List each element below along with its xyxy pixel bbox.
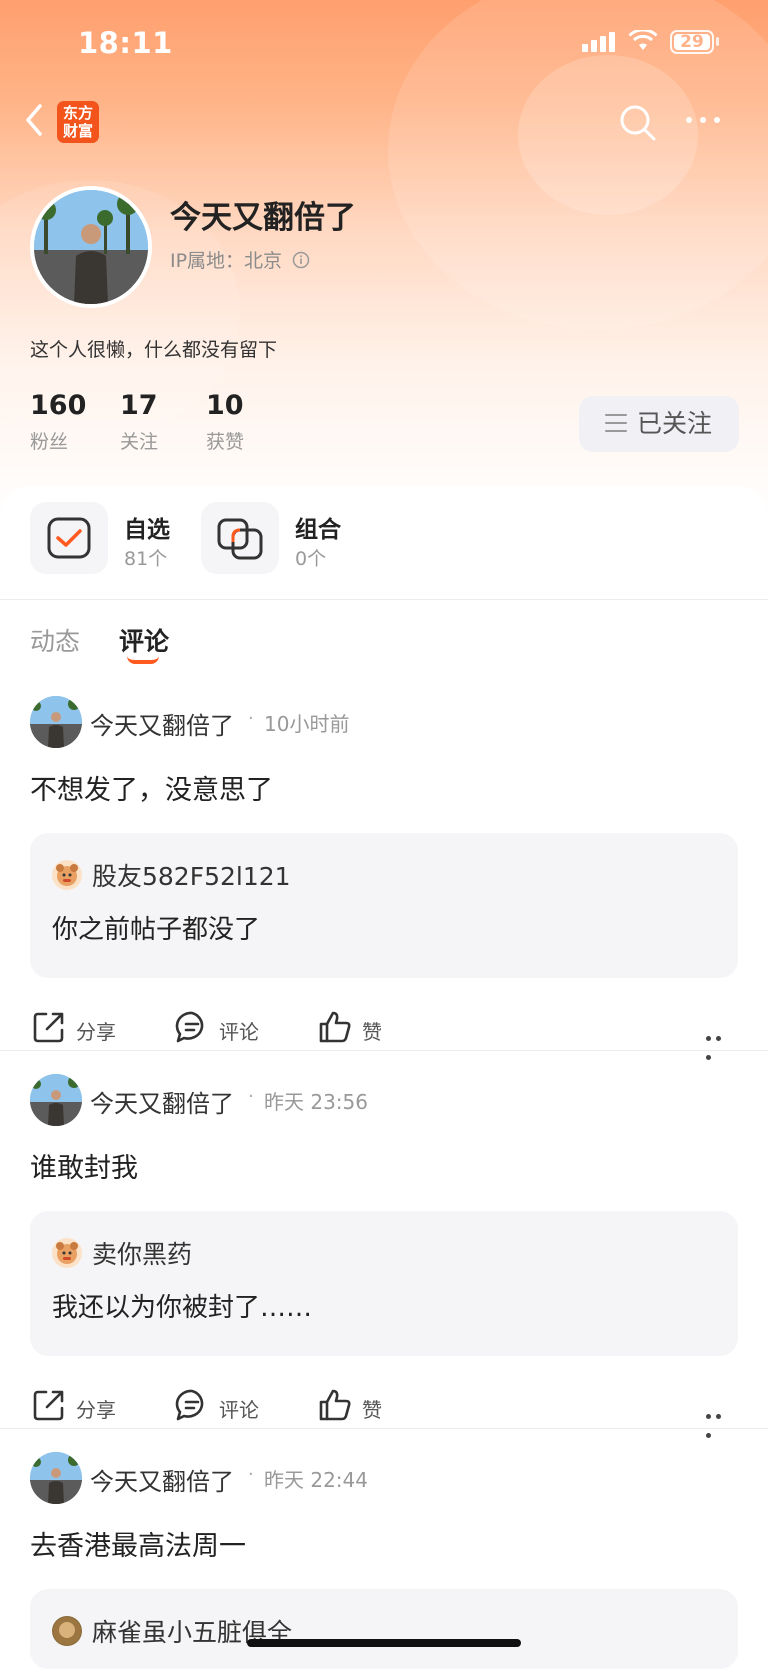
post-time: 昨天 22:44	[264, 1468, 368, 1492]
decor-bubble-face	[518, 55, 698, 215]
following-button[interactable]: 已关注	[579, 396, 739, 452]
comment-text: 谁敢封我	[30, 1153, 138, 1184]
battery-icon: 29	[670, 30, 714, 54]
comment-icon	[175, 1389, 204, 1421]
post-time: 10小时前	[264, 712, 350, 736]
wifi-icon	[628, 28, 658, 56]
ip-location: IP属地：北京	[170, 246, 310, 273]
stat-label: 粉丝	[30, 431, 69, 453]
quick-link-portfolio[interactable]: 组合 0个	[201, 502, 371, 574]
divider	[0, 1050, 768, 1051]
quick-link-watchlist[interactable]: 自选 81个	[30, 502, 200, 574]
separator-dot: ·	[248, 1086, 254, 1107]
search-icon	[620, 105, 656, 141]
quoted-author-avatar	[52, 860, 82, 890]
comment-label: 评论	[219, 1020, 259, 1044]
logo-text-line2: 财富	[62, 122, 93, 140]
author-name[interactable]: 今天又翻倍了	[90, 1462, 234, 1497]
avatar-photo-icon	[34, 190, 148, 304]
quoted-text: 我还以为你被封了……	[52, 1293, 313, 1323]
stat-value: 17	[120, 390, 158, 421]
portfolio-icon	[201, 502, 279, 574]
stat-followers[interactable]: 160 粉丝	[30, 390, 86, 454]
thumbs-up-icon	[319, 1011, 351, 1043]
status-bar: 18:11 29	[0, 22, 768, 66]
search-button[interactable]	[618, 103, 658, 143]
battery-level: 29	[680, 32, 704, 52]
quoted-comment[interactable]: 股友582F52l121 你之前帖子都没了	[30, 833, 738, 978]
quoted-comment[interactable]: 麻雀虽小五脏俱全	[30, 1589, 738, 1669]
action-bar: 分享 评论 赞	[0, 1008, 768, 1060]
more-dots-icon[interactable]	[706, 1026, 734, 1060]
comment-icon	[175, 1011, 204, 1043]
comment-label: 评论	[219, 1398, 259, 1422]
stat-value: 10	[206, 390, 244, 421]
ip-location-text: IP属地：北京	[170, 250, 283, 272]
profile-avatar[interactable]	[30, 186, 152, 308]
share-label: 分享	[76, 1020, 116, 1044]
like-label: 赞	[362, 1398, 382, 1422]
stat-label: 获赞	[206, 431, 245, 453]
stat-label: 关注	[120, 431, 159, 453]
separator-dot: ·	[248, 1464, 254, 1485]
quick-link-count: 0个	[295, 548, 327, 570]
app-logo[interactable]: 东方 财富	[57, 101, 99, 143]
separator-dot: ·	[248, 708, 254, 729]
checkbox-icon	[30, 502, 108, 574]
profile-bio: 这个人很懒，什么都没有留下	[30, 339, 278, 361]
back-button[interactable]	[22, 100, 52, 144]
quick-link-title: 组合	[295, 517, 341, 543]
battery-tip	[716, 37, 719, 46]
share-label: 分享	[76, 1398, 116, 1422]
quoted-comment[interactable]: 卖你黑药 我还以为你被封了……	[30, 1211, 738, 1356]
status-time: 18:11	[78, 26, 173, 60]
quoted-author-avatar	[52, 1616, 82, 1646]
quick-link-count: 81个	[124, 548, 168, 570]
home-indicator	[247, 1639, 521, 1647]
info-icon[interactable]	[292, 251, 310, 269]
comment-text: 去香港最高法周一	[30, 1531, 246, 1562]
quoted-text: 你之前帖子都没了	[52, 915, 261, 945]
divider	[0, 1428, 768, 1429]
comment-text: 不想发了，没意思了	[30, 775, 273, 806]
more-dots-icon[interactable]	[706, 1404, 734, 1438]
author-avatar[interactable]	[30, 1074, 82, 1126]
quoted-author-name[interactable]: 股友582F52l121	[92, 857, 291, 893]
active-tab-indicator	[127, 656, 159, 664]
divider	[0, 599, 768, 600]
post-time: 昨天 23:56	[264, 1090, 368, 1114]
quick-link-title: 自选	[124, 517, 170, 543]
tab-activity[interactable]: 动态	[30, 622, 80, 658]
chevron-left-icon	[26, 104, 42, 136]
following-button-label: 已关注	[637, 409, 713, 438]
more-dots-icon	[686, 117, 720, 123]
author-name[interactable]: 今天又翻倍了	[90, 1084, 234, 1119]
share-icon	[33, 1390, 64, 1421]
share-icon	[33, 1012, 64, 1043]
more-options-button[interactable]	[684, 110, 724, 136]
author-name[interactable]: 今天又翻倍了	[90, 706, 234, 741]
logo-text-line1: 东方	[62, 104, 93, 122]
action-bar: 分享 评论 赞	[0, 1386, 768, 1438]
stat-likes[interactable]: 10 获赞	[206, 390, 244, 454]
menu-lines-icon	[605, 414, 627, 438]
author-avatar[interactable]	[30, 696, 82, 748]
like-label: 赞	[362, 1020, 382, 1044]
stat-following[interactable]: 17 关注	[120, 390, 158, 454]
quoted-author-name[interactable]: 卖你黑药	[92, 1235, 192, 1271]
cellular-signal-icon	[582, 32, 618, 52]
quoted-author-avatar	[52, 1238, 82, 1268]
author-avatar[interactable]	[30, 1452, 82, 1504]
stat-value: 160	[30, 390, 87, 421]
thumbs-up-icon	[319, 1389, 351, 1421]
tab-comments[interactable]: 评论	[119, 622, 169, 658]
profile-name: 今天又翻倍了	[170, 200, 356, 236]
